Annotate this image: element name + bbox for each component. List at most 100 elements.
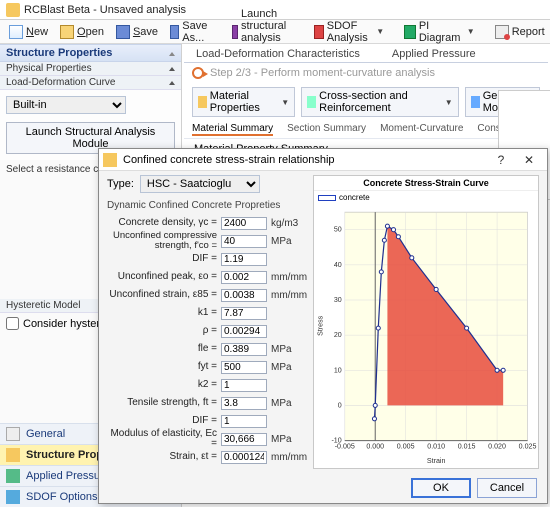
step-arrow-icon: [192, 67, 204, 79]
field-input-10[interactable]: [221, 397, 267, 410]
svg-text:0.025: 0.025: [519, 443, 537, 451]
pressure-icon: [6, 469, 20, 483]
load-deformation-header[interactable]: Load-Deformation Curve: [0, 76, 181, 90]
window-title: RCBlast Beta - Unsaved analysis: [24, 4, 186, 16]
svg-text:0.015: 0.015: [458, 443, 476, 451]
svg-text:50: 50: [334, 226, 342, 234]
physical-properties-header[interactable]: Physical Properties: [0, 62, 181, 76]
type-label: Type:: [107, 178, 134, 190]
sdof-analysis-button[interactable]: SDOF Analysis▼: [309, 17, 389, 47]
field-unit: mm/mm: [271, 452, 307, 463]
app-icon: [6, 3, 20, 17]
field-label: Strain, εt =: [107, 452, 217, 463]
stress-strain-chart: -0.0050.0000.0050.0100.0150.0200.025-100…: [314, 204, 538, 468]
svg-text:Stress: Stress: [316, 315, 324, 336]
cancel-button[interactable]: Cancel: [477, 478, 537, 498]
type-select[interactable]: HSC - Saatcioglu: [140, 175, 260, 193]
field-input-6[interactable]: [221, 325, 267, 338]
general-icon: [6, 427, 20, 441]
svg-text:-10: -10: [331, 437, 341, 445]
dialog-title-text: Confined concrete stress-strain relation…: [123, 154, 487, 166]
subtab-moment-curvature[interactable]: Moment-Curvature: [380, 123, 463, 136]
tab-applied-pressure[interactable]: Applied Pressure: [388, 46, 480, 62]
structure-icon: [6, 448, 20, 462]
save-icon: [116, 25, 130, 39]
field-label: Unconfined peak, εo =: [107, 272, 217, 283]
subtab-section-summary[interactable]: Section Summary: [287, 123, 366, 136]
confined-concrete-dialog: Confined concrete stress-strain relation…: [98, 148, 548, 504]
svg-text:30: 30: [334, 296, 342, 304]
open-icon: [60, 25, 74, 39]
field-unit: MPa: [271, 398, 307, 409]
generate-icon: [471, 96, 480, 108]
cross-section-button[interactable]: Cross-section and Reinforcement▼: [301, 87, 458, 117]
close-button[interactable]: ✕: [515, 153, 543, 167]
material-properties-button[interactable]: Material Properties▼: [192, 87, 295, 117]
dialog-titlebar: Confined concrete stress-strain relation…: [99, 149, 547, 171]
field-input-12[interactable]: [221, 433, 267, 446]
material-icon: [198, 96, 207, 108]
field-input-3[interactable]: [221, 271, 267, 284]
pi-diagram-button[interactable]: PI Diagram▼: [399, 17, 480, 47]
launch-icon: [232, 25, 238, 39]
field-input-1[interactable]: [221, 235, 267, 248]
field-label: DIF =: [107, 416, 217, 427]
field-label: k2 =: [107, 380, 217, 391]
ok-button[interactable]: OK: [411, 478, 471, 498]
svg-text:40: 40: [334, 261, 342, 269]
field-unit: MPa: [271, 434, 307, 445]
svg-text:10: 10: [334, 366, 342, 374]
field-label: Tensile strength, ft =: [107, 398, 217, 409]
field-unit: MPa: [271, 236, 307, 247]
main-toolbar: New Open Save Save As... Launch structur…: [0, 20, 550, 44]
step-indicator: Step 2/3 - Perform moment-curvature anal…: [184, 63, 548, 83]
svg-text:0.010: 0.010: [427, 443, 445, 451]
report-icon: [495, 25, 509, 39]
help-button[interactable]: ?: [487, 153, 515, 167]
cross-section-icon: [307, 96, 316, 108]
curve-type-select[interactable]: Built-in: [6, 96, 126, 114]
report-button[interactable]: Report▼: [490, 22, 550, 42]
field-unit: kg/m3: [271, 218, 307, 229]
new-icon: [9, 25, 23, 39]
save-button[interactable]: Save: [111, 22, 163, 42]
field-unit: MPa: [271, 344, 307, 355]
open-button[interactable]: Open: [55, 22, 109, 42]
svg-text:0.000: 0.000: [366, 443, 384, 451]
field-input-5[interactable]: [221, 307, 267, 320]
svg-text:0: 0: [338, 401, 342, 409]
field-unit: MPa: [271, 362, 307, 373]
chart-title: Concrete Stress-Strain Curve: [314, 176, 538, 191]
field-input-11[interactable]: [221, 415, 267, 428]
subtab-material-summary[interactable]: Material Summary: [192, 123, 273, 136]
chart-legend: concrete: [314, 191, 538, 204]
chart-panel: Concrete Stress-Strain Curve concrete -0…: [313, 175, 539, 469]
field-input-9[interactable]: [221, 379, 267, 392]
field-input-8[interactable]: [221, 361, 267, 374]
tab-load-deformation[interactable]: Load-Deformation Characteristics: [192, 46, 364, 62]
field-input-13[interactable]: [221, 451, 267, 464]
svg-text:0.005: 0.005: [397, 443, 415, 451]
field-input-4[interactable]: [221, 289, 267, 302]
field-label: Concrete density, γc =: [107, 218, 217, 229]
new-button[interactable]: New: [4, 22, 53, 42]
save-as-icon: [170, 25, 179, 39]
field-label: Modulus of elasticity, Ec =: [107, 429, 217, 450]
field-label: ρ =: [107, 326, 217, 337]
field-input-2[interactable]: [221, 253, 267, 266]
svg-text:Strain: Strain: [427, 457, 446, 465]
field-input-0[interactable]: [221, 217, 267, 230]
svg-text:0.020: 0.020: [488, 443, 506, 451]
field-label: DIF =: [107, 254, 217, 265]
field-input-7[interactable]: [221, 343, 267, 356]
sdof-icon: [314, 25, 323, 39]
group-label: Dynamic Confined Concrete Propreties: [107, 200, 307, 211]
hysteretic-checkbox[interactable]: [6, 317, 19, 330]
sidebar-header: Structure Properties: [0, 44, 181, 62]
sdof-options-icon: [6, 490, 20, 504]
form-column: Type: HSC - Saatcioglu Dynamic Confined …: [107, 175, 307, 469]
field-unit: mm/mm: [271, 290, 307, 301]
saveas-button[interactable]: Save As...: [165, 17, 217, 47]
field-label: fle =: [107, 344, 217, 355]
field-label: Unconfined compressive strength, f'co =: [107, 231, 217, 251]
